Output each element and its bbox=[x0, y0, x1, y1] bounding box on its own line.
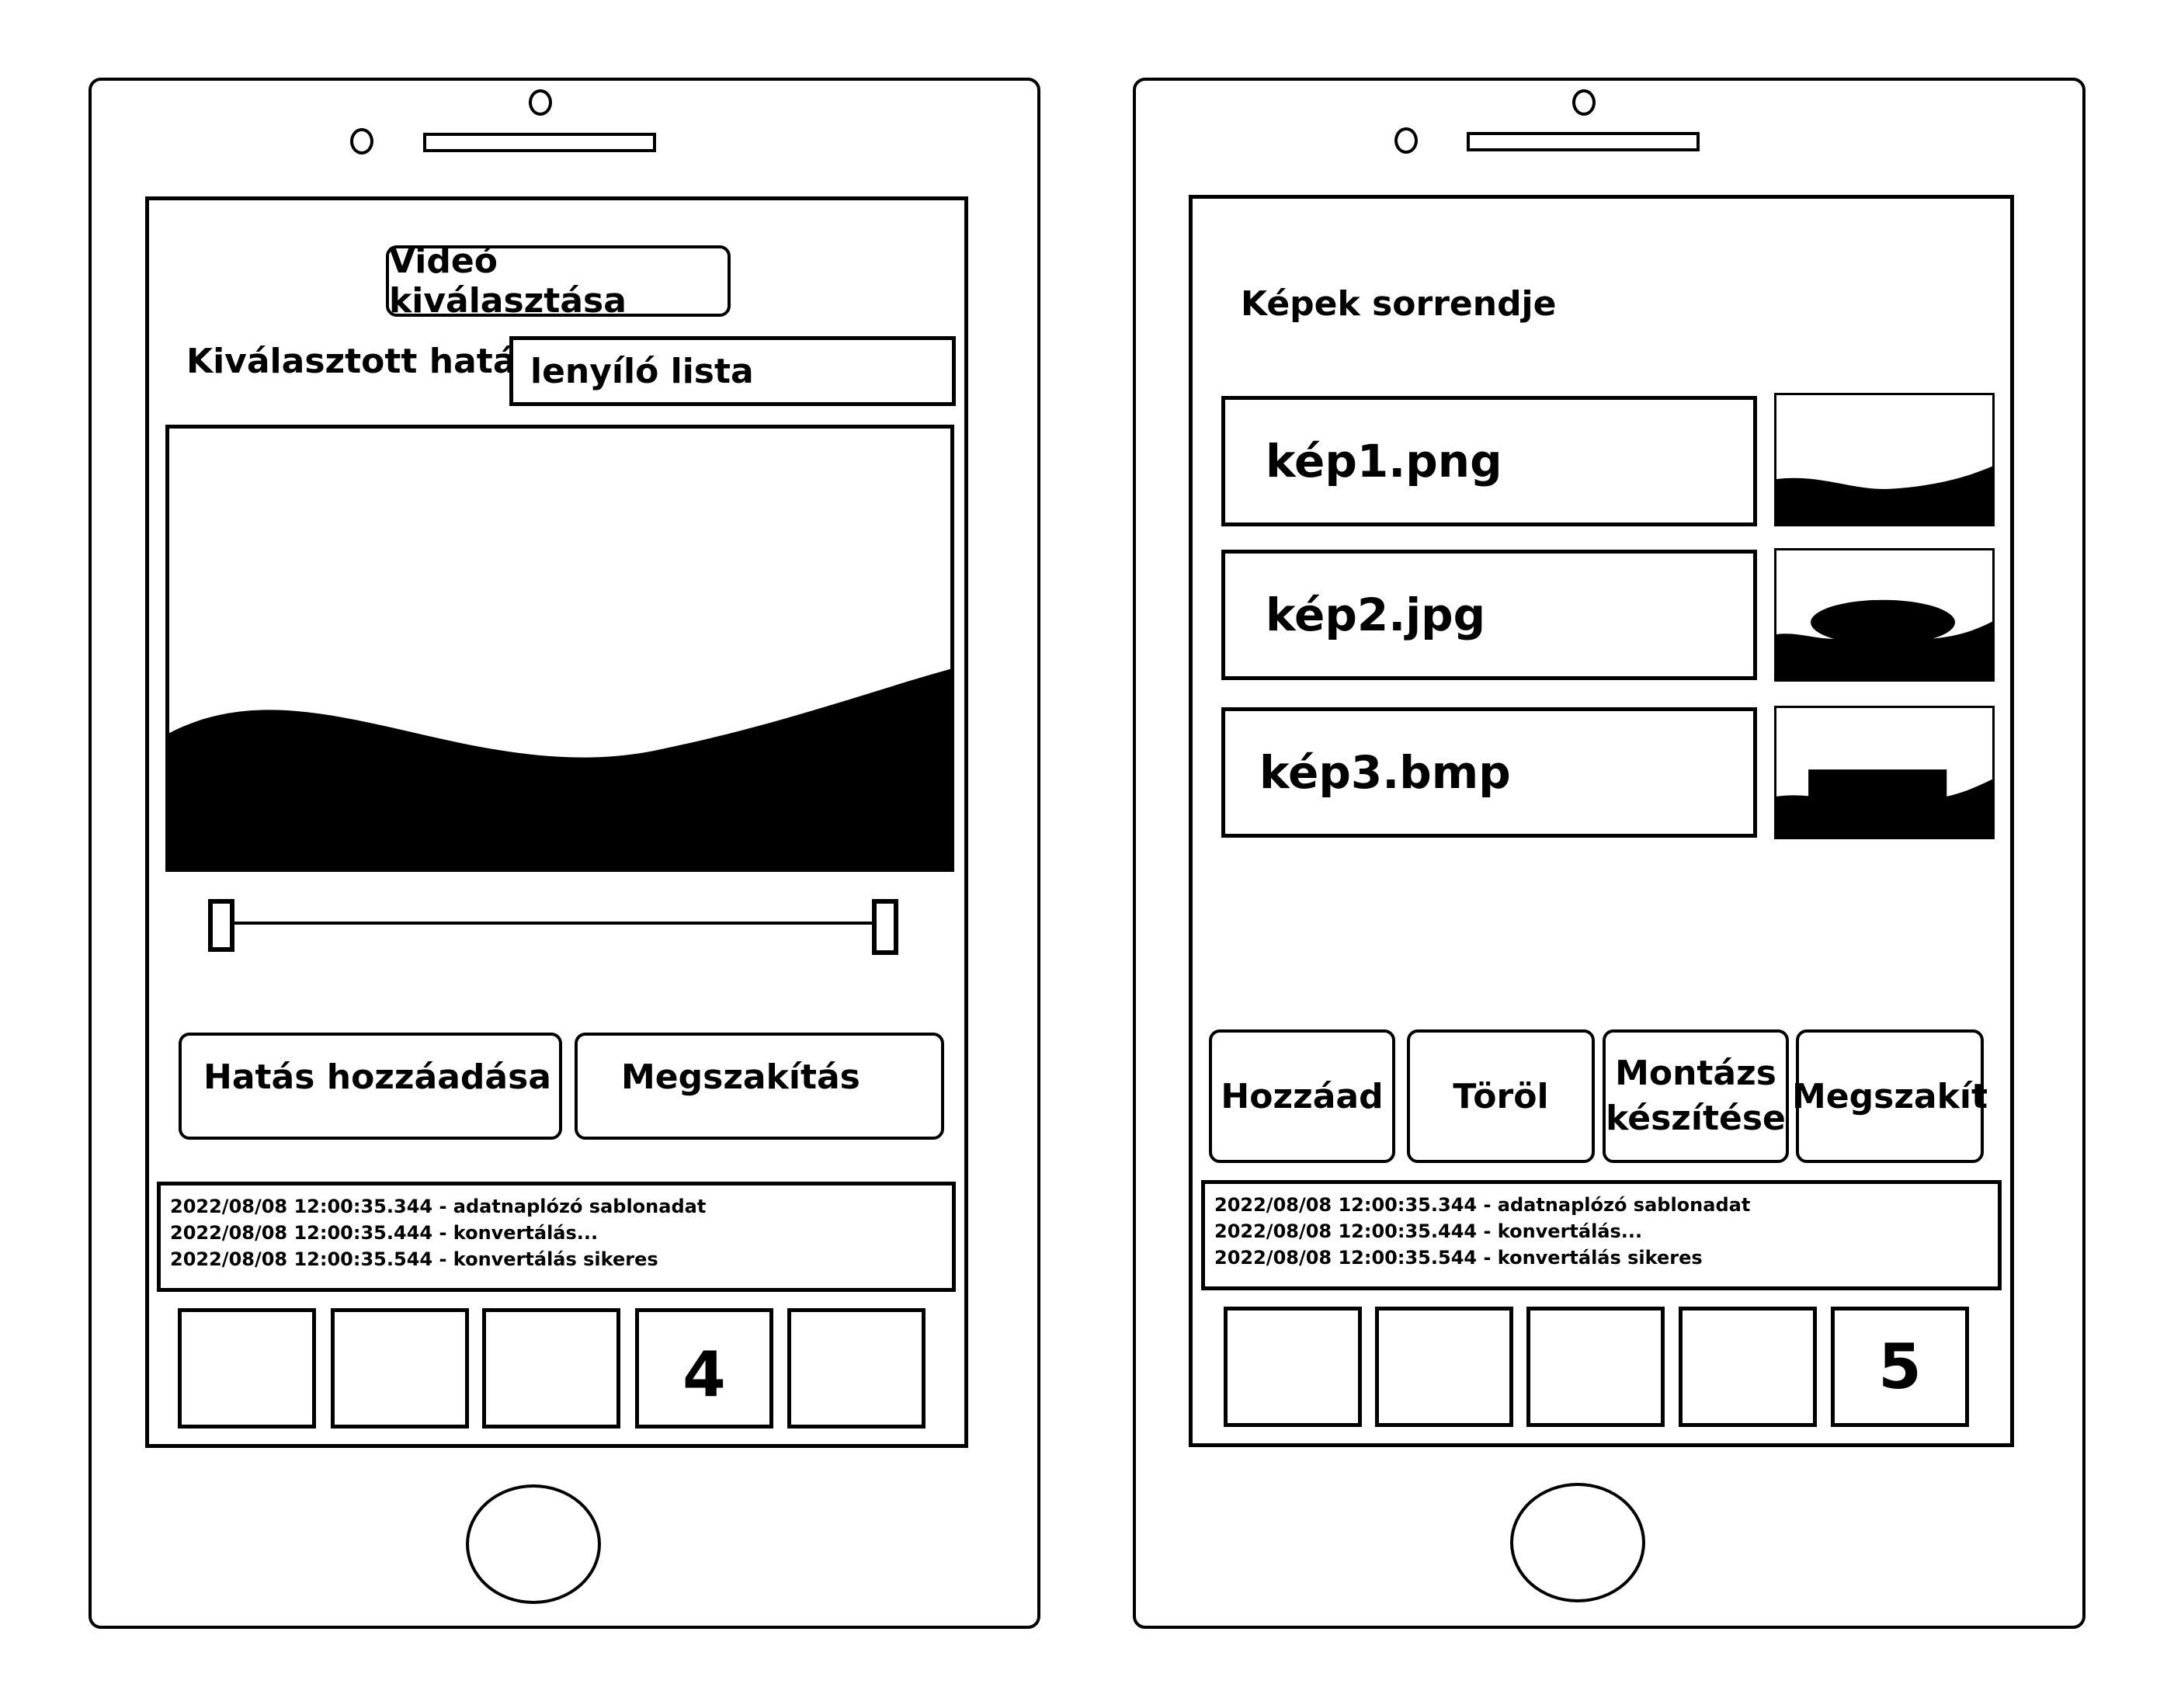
cancel-label: Megszakítás bbox=[621, 1057, 860, 1097]
selected-effect-label: Kiválasztott hatás: bbox=[186, 342, 550, 381]
nav-slot-5[interactable] bbox=[787, 1308, 926, 1429]
nav-slot-1[interactable] bbox=[1224, 1307, 1362, 1427]
cancel-label: Megszakít bbox=[1792, 1076, 1988, 1116]
log-line: 2022/08/08 12:00:35.344 - adatnaplózó sa… bbox=[1214, 1194, 1751, 1216]
sensor-icon bbox=[350, 128, 373, 154]
nav-slot-4[interactable] bbox=[1679, 1307, 1817, 1427]
nav-slot-2[interactable] bbox=[331, 1308, 469, 1429]
speaker-grille bbox=[1467, 132, 1700, 151]
nav-slot-4[interactable]: 4 bbox=[635, 1308, 773, 1429]
trim-end-handle[interactable] bbox=[872, 899, 898, 955]
file-item-2[interactable]: kép2.jpg bbox=[1221, 550, 1757, 680]
file-name: kép2.jpg bbox=[1266, 588, 1486, 641]
video-preview bbox=[165, 425, 954, 872]
nav-slot-3[interactable] bbox=[1526, 1307, 1665, 1427]
nav-slot-1[interactable] bbox=[178, 1308, 316, 1429]
file-thumbnail-3 bbox=[1774, 706, 1995, 839]
create-montage-label-line1: Montázs bbox=[1615, 1054, 1776, 1093]
log-line: 2022/08/08 12:00:35.444 - konvertálás... bbox=[170, 1222, 599, 1244]
log-panel: 2022/08/08 12:00:35.344 - adatnaplózó sa… bbox=[157, 1182, 956, 1292]
nav-slot-3[interactable] bbox=[482, 1308, 620, 1429]
front-camera-icon bbox=[529, 89, 552, 116]
file-name: kép3.bmp bbox=[1259, 746, 1511, 799]
log-line: 2022/08/08 12:00:35.544 - konvertálás si… bbox=[1214, 1247, 1703, 1269]
add-effect-label: Hatás hozzáadása bbox=[203, 1057, 551, 1097]
delete-button[interactable]: Töröl bbox=[1407, 1029, 1595, 1163]
trim-start-handle[interactable] bbox=[208, 899, 234, 952]
file-thumbnail-2 bbox=[1774, 548, 1995, 682]
front-camera-icon bbox=[1572, 89, 1596, 116]
cancel-button[interactable]: Megszakítás bbox=[575, 1033, 944, 1140]
speaker-grille bbox=[423, 133, 656, 152]
file-thumbnail-1 bbox=[1774, 393, 1995, 526]
effect-dropdown-value: lenyíló lista bbox=[530, 351, 754, 391]
select-video-label: Videó kiválasztása bbox=[389, 241, 627, 321]
sensor-icon bbox=[1394, 127, 1418, 154]
cancel-button[interactable]: Megszakít bbox=[1792, 1029, 1988, 1163]
log-line: 2022/08/08 12:00:35.444 - konvertálás... bbox=[1214, 1220, 1643, 1242]
trim-slider[interactable] bbox=[208, 893, 907, 955]
image-order-title: Képek sorrendje bbox=[1241, 284, 1557, 324]
add-effect-button[interactable]: Hatás hozzáadása bbox=[179, 1033, 562, 1140]
home-button[interactable] bbox=[466, 1484, 601, 1604]
create-montage-button[interactable]: Montázs készítése bbox=[1603, 1029, 1789, 1163]
add-label: Hozzáad bbox=[1221, 1076, 1384, 1116]
file-item-3[interactable]: kép3.bmp bbox=[1221, 707, 1757, 838]
effect-dropdown[interactable]: lenyíló lista bbox=[509, 336, 956, 406]
file-item-1[interactable]: kép1.png bbox=[1221, 396, 1757, 526]
home-button[interactable] bbox=[1510, 1483, 1645, 1602]
log-line: 2022/08/08 12:00:35.344 - adatnaplózó sa… bbox=[170, 1196, 707, 1217]
log-line: 2022/08/08 12:00:35.544 - konvertálás si… bbox=[170, 1248, 658, 1270]
log-panel: 2022/08/08 12:00:35.344 - adatnaplózó sa… bbox=[1201, 1180, 2002, 1290]
add-button[interactable]: Hozzáad bbox=[1209, 1029, 1395, 1163]
nav-slot-2[interactable] bbox=[1375, 1307, 1513, 1427]
delete-label: Töröl bbox=[1453, 1076, 1549, 1116]
nav-slot-5[interactable]: 5 bbox=[1831, 1307, 1969, 1427]
create-montage-label-line2: készítése bbox=[1606, 1099, 1786, 1138]
select-video-button[interactable]: Videó kiválasztása bbox=[386, 241, 731, 321]
trim-slider-track bbox=[224, 922, 887, 925]
file-name: kép1.png bbox=[1266, 435, 1502, 488]
